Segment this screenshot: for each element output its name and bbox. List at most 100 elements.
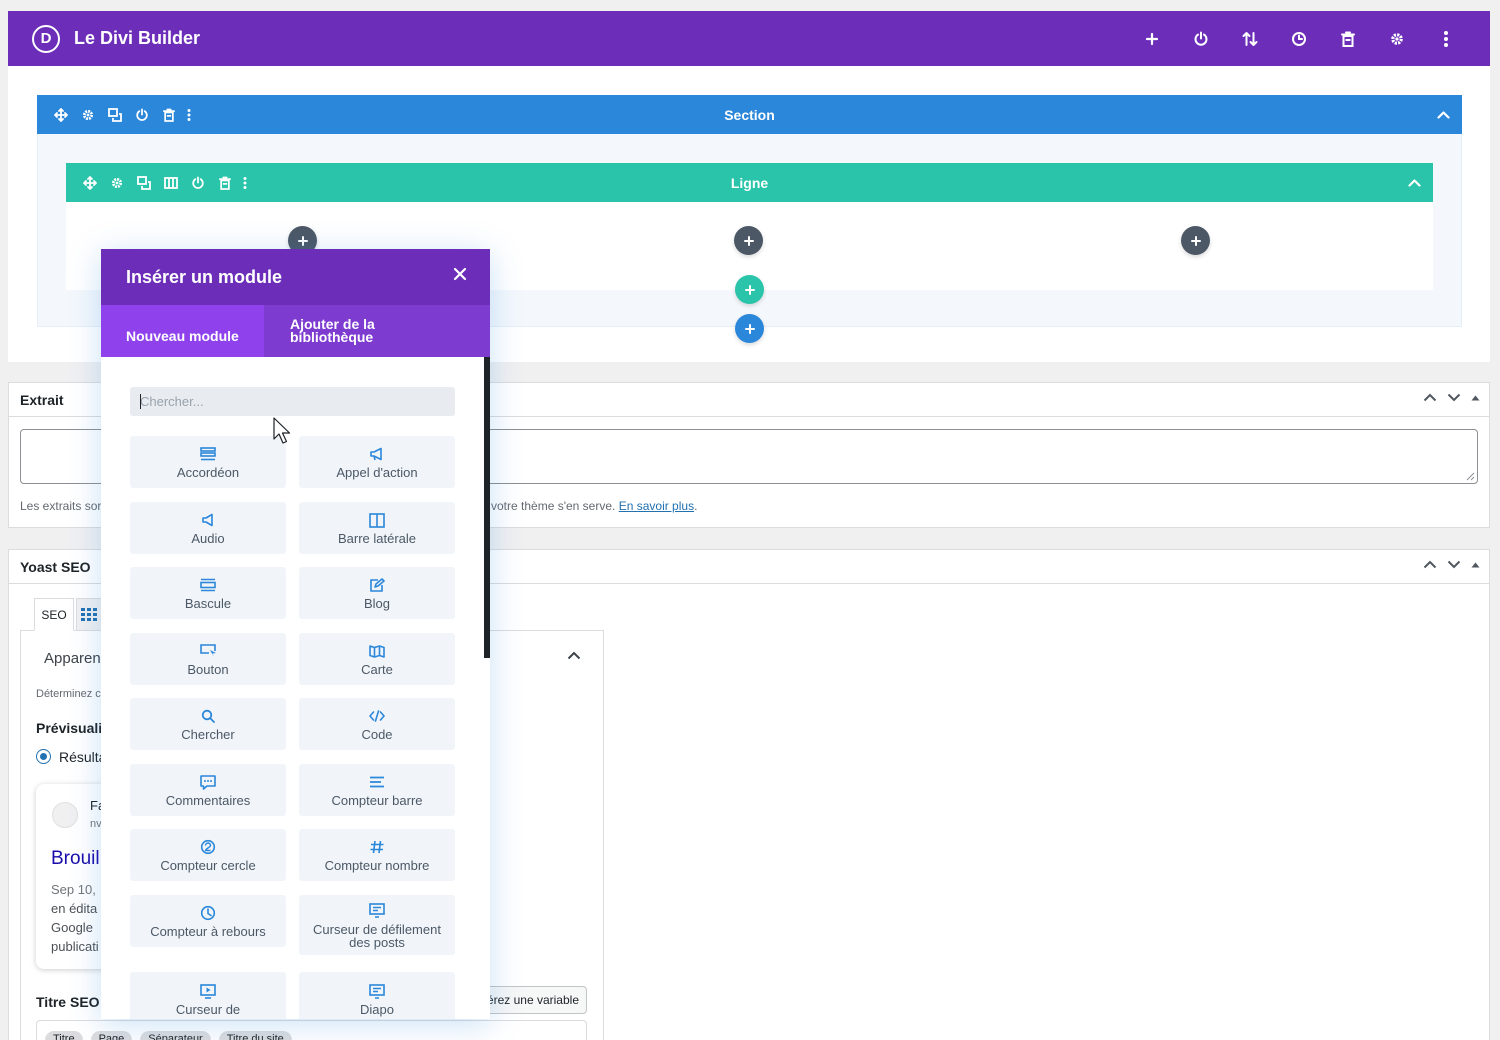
insert-variable-button[interactable]: Insérez une variable (480, 986, 587, 1014)
modal-title: Insérer un module (126, 266, 283, 287)
tab-seo[interactable]: SEO (34, 598, 74, 631)
add-module-button-col3[interactable] (1181, 226, 1210, 255)
move-icon[interactable] (76, 163, 103, 202)
more-vertical-icon[interactable] (182, 95, 196, 134)
row-bar[interactable]: Ligne (66, 163, 1433, 202)
learn-more-link[interactable]: En savoir plus (619, 499, 694, 513)
module-label: Compteur barre (331, 793, 423, 808)
more-vertical-icon[interactable] (1421, 11, 1470, 66)
chevron-up-icon[interactable] (1408, 163, 1421, 202)
chevron-up-icon[interactable] (567, 651, 581, 660)
chevron-up-icon[interactable] (1423, 393, 1437, 402)
module-label: Accordéon (176, 465, 240, 480)
divi-logo: D (32, 24, 60, 53)
metabox-controls (1423, 560, 1480, 569)
module-number-counter[interactable]: Compteur nombre (299, 829, 455, 881)
result-radio[interactable] (36, 749, 51, 764)
appearance-heading: Apparen (44, 650, 101, 667)
module-code[interactable]: Code (299, 698, 455, 750)
variable-pill[interactable]: Séparateur (140, 1031, 211, 1040)
module-audio[interactable]: Audio (130, 502, 286, 554)
module-accordion[interactable]: Accordéon (130, 436, 286, 488)
duplicate-icon[interactable] (130, 163, 157, 202)
module-label: Blog (363, 596, 391, 611)
module-label: Compteur nombre (324, 858, 430, 873)
module-video-slider[interactable]: Curseur de (130, 972, 286, 1019)
number-counter-icon (370, 838, 384, 856)
chevron-up-icon[interactable] (1437, 95, 1450, 134)
close-icon[interactable] (453, 267, 467, 281)
columns-icon[interactable] (157, 163, 184, 202)
add-icon[interactable] (1127, 11, 1176, 66)
module-map[interactable]: Carte (299, 633, 455, 685)
power-icon[interactable] (184, 163, 211, 202)
slider-icon (369, 982, 385, 1000)
toggle-arrow-icon[interactable] (1471, 562, 1480, 568)
sidebar-icon (369, 511, 385, 529)
power-icon[interactable] (128, 95, 155, 134)
insert-module-modal: Insérer un module Nouveau module Ajouter… (101, 249, 490, 1019)
module-call-to-action[interactable]: Appel d'action (299, 436, 455, 488)
module-circle-counter[interactable]: Compteur cercle (130, 829, 286, 881)
variable-pill[interactable]: Titre (45, 1031, 83, 1040)
module-label: Diapo (360, 1002, 394, 1017)
chevron-down-icon[interactable] (1447, 560, 1461, 569)
trash-icon[interactable] (155, 95, 182, 134)
add-row-button[interactable] (735, 275, 764, 304)
modal-scrollbar-thumb[interactable] (484, 357, 490, 658)
snippet-line: en édita (51, 901, 98, 916)
add-section-button[interactable] (735, 314, 764, 343)
audio-icon (201, 511, 215, 529)
divi-top-bar: D Le Divi Builder (8, 11, 1490, 66)
toggle-arrow-icon[interactable] (1471, 395, 1480, 401)
seo-title-field[interactable]: Titre Page Séparateur Titre du site (36, 1020, 587, 1040)
gear-icon[interactable] (103, 163, 130, 202)
module-label: Appel d'action (336, 465, 418, 480)
resize-handle-icon[interactable] (1465, 471, 1475, 481)
tab-new-module[interactable]: Nouveau module (101, 305, 264, 357)
duplicate-icon[interactable] (101, 95, 128, 134)
excerpt-help-text: Les extraits sor (20, 499, 102, 513)
modal-tabs: Nouveau module Ajouter de la bibliothèqu… (101, 305, 490, 357)
module-countdown[interactable]: Compteur à rebours (130, 895, 286, 947)
module-post-slider[interactable]: Curseur de défilement des posts (299, 895, 455, 955)
module-slider[interactable]: Diapo (299, 972, 455, 1019)
text-caret (140, 394, 141, 409)
module-label: Code (361, 727, 393, 742)
trash-icon[interactable] (1323, 11, 1372, 66)
section-bar[interactable]: Section (37, 95, 1462, 134)
module-blog[interactable]: Blog (299, 567, 455, 619)
tab-add-from-library[interactable]: Ajouter de la bibliothèque (264, 305, 394, 357)
power-icon[interactable] (1176, 11, 1225, 66)
variable-pill[interactable]: Page (90, 1031, 133, 1040)
map-icon (369, 642, 385, 660)
comments-icon (200, 773, 216, 791)
chevron-down-icon[interactable] (1447, 393, 1461, 402)
module-bar-counter[interactable]: Compteur barre (299, 764, 455, 816)
search-icon (201, 707, 215, 725)
variable-pill[interactable]: Titre du site (218, 1031, 292, 1040)
snippet-title: Brouil (51, 848, 100, 869)
module-search-input[interactable] (130, 387, 455, 416)
gear-icon[interactable] (1372, 11, 1421, 66)
module-comments[interactable]: Commentaires (130, 764, 286, 816)
module-button[interactable]: Bouton (130, 633, 286, 685)
module-label: Audio (191, 531, 225, 546)
module-sidebar[interactable]: Barre latérale (299, 502, 455, 554)
button-icon (200, 642, 216, 660)
chevron-up-icon[interactable] (1423, 560, 1437, 569)
module-toggle[interactable]: Bascule (130, 567, 286, 619)
add-module-button-col2[interactable] (734, 226, 763, 255)
history-icon[interactable] (1274, 11, 1323, 66)
snippet-url: nv (90, 818, 102, 830)
move-icon[interactable] (47, 95, 74, 134)
module-search[interactable]: Chercher (130, 698, 286, 750)
more-vertical-icon[interactable] (238, 163, 252, 202)
gear-icon[interactable] (74, 95, 101, 134)
tab-schema[interactable] (76, 598, 102, 631)
sort-icon[interactable] (1225, 11, 1274, 66)
trash-icon[interactable] (211, 163, 238, 202)
snippet-line: publicati (51, 939, 99, 954)
excerpt-help-tail: votre thème s'en serve. En savoir plus. (491, 499, 697, 513)
accordion-icon (200, 445, 216, 463)
